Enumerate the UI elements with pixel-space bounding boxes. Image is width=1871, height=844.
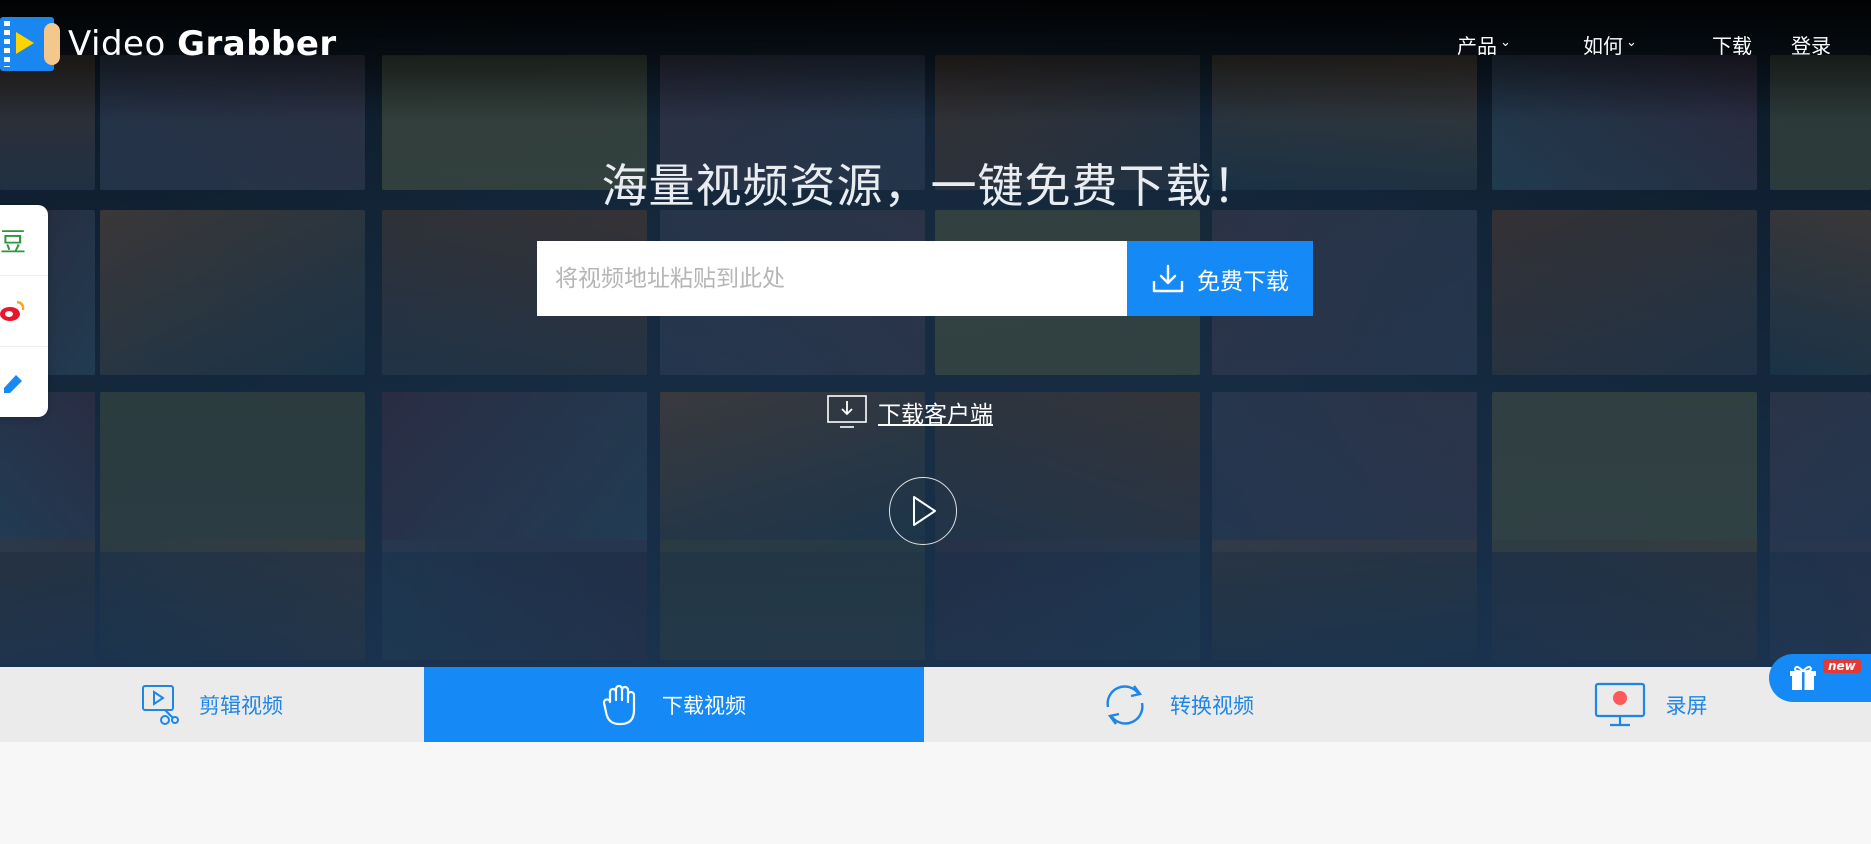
gift-promo-button[interactable]: new bbox=[1769, 654, 1871, 702]
weibo-icon bbox=[0, 300, 25, 321]
download-icon bbox=[1152, 264, 1184, 292]
logo[interactable]: Video Grabber bbox=[0, 16, 337, 72]
social-share-bar: 豆 bbox=[0, 205, 48, 417]
gift-icon bbox=[1790, 665, 1816, 690]
nav-download[interactable]: 下载 bbox=[1712, 30, 1752, 59]
tab-download-video[interactable]: 下载视频 bbox=[424, 667, 924, 742]
share-weibo[interactable] bbox=[0, 276, 48, 347]
play-icon bbox=[913, 496, 936, 526]
nav-products[interactable]: 产品 ⌄ bbox=[1457, 30, 1511, 59]
logo-name: Grabber bbox=[177, 24, 337, 64]
nav-login-label: 登录 bbox=[1791, 34, 1831, 58]
download-client-icon bbox=[827, 395, 867, 428]
download-client-link[interactable]: 下载客户端 bbox=[826, 394, 993, 430]
hero-headline: 海量视频资源，一键免费下载！ bbox=[601, 159, 1260, 213]
nav-howto-label: 如何 bbox=[1583, 34, 1623, 58]
tab-edit-video[interactable]: 剪辑视频 bbox=[0, 667, 424, 742]
logo-text: Video Grabber bbox=[68, 24, 337, 64]
convert-icon bbox=[1106, 684, 1144, 725]
douban-icon: 豆 bbox=[0, 227, 26, 258]
tab-convert-video-label: 转换视频 bbox=[1170, 693, 1254, 718]
hero-banner: Video Grabber 产品 ⌄ 如何 ⌄ 下载 登录 海量视频资源，一键免… bbox=[0, 0, 1871, 667]
video-url-input[interactable] bbox=[537, 241, 1127, 316]
free-download-label: 免费下载 bbox=[1197, 268, 1289, 295]
tab-edit-video-label: 剪辑视频 bbox=[199, 693, 283, 718]
top-navigation: Video Grabber 产品 ⌄ 如何 ⌄ 下载 登录 bbox=[0, 4, 1871, 71]
nav-products-label: 产品 bbox=[1457, 34, 1497, 58]
logo-prefix: Video bbox=[68, 24, 166, 64]
chevron-down-icon: ⌄ bbox=[1626, 35, 1637, 50]
new-badge: new bbox=[1823, 659, 1861, 673]
url-search-bar: 免费下载 bbox=[537, 241, 1313, 316]
logo-icon bbox=[0, 17, 60, 71]
download-client-label: 下载客户端 bbox=[878, 402, 993, 428]
play-video-button[interactable] bbox=[889, 477, 957, 545]
share-edit[interactable] bbox=[0, 347, 48, 417]
nav-login[interactable]: 登录 bbox=[1791, 30, 1831, 59]
nav-download-label: 下载 bbox=[1712, 34, 1752, 58]
hand-icon bbox=[602, 684, 636, 725]
tab-screen-record-label: 录屏 bbox=[1665, 693, 1708, 718]
feature-tabs: 剪辑视频 下载视频 转换视频 录屏 bbox=[0, 667, 1871, 742]
tab-download-video-label: 下载视频 bbox=[662, 693, 746, 718]
edit-video-icon bbox=[142, 684, 179, 725]
free-download-button[interactable]: 免费下载 bbox=[1127, 241, 1313, 316]
chevron-down-icon: ⌄ bbox=[1500, 35, 1511, 50]
screen-record-icon bbox=[1594, 682, 1645, 726]
content-area bbox=[0, 742, 1871, 836]
pencil-icon bbox=[4, 375, 22, 393]
tab-convert-video[interactable]: 转换视频 bbox=[924, 667, 1430, 742]
share-douban[interactable]: 豆 bbox=[0, 205, 48, 276]
nav-howto[interactable]: 如何 ⌄ bbox=[1583, 30, 1637, 59]
